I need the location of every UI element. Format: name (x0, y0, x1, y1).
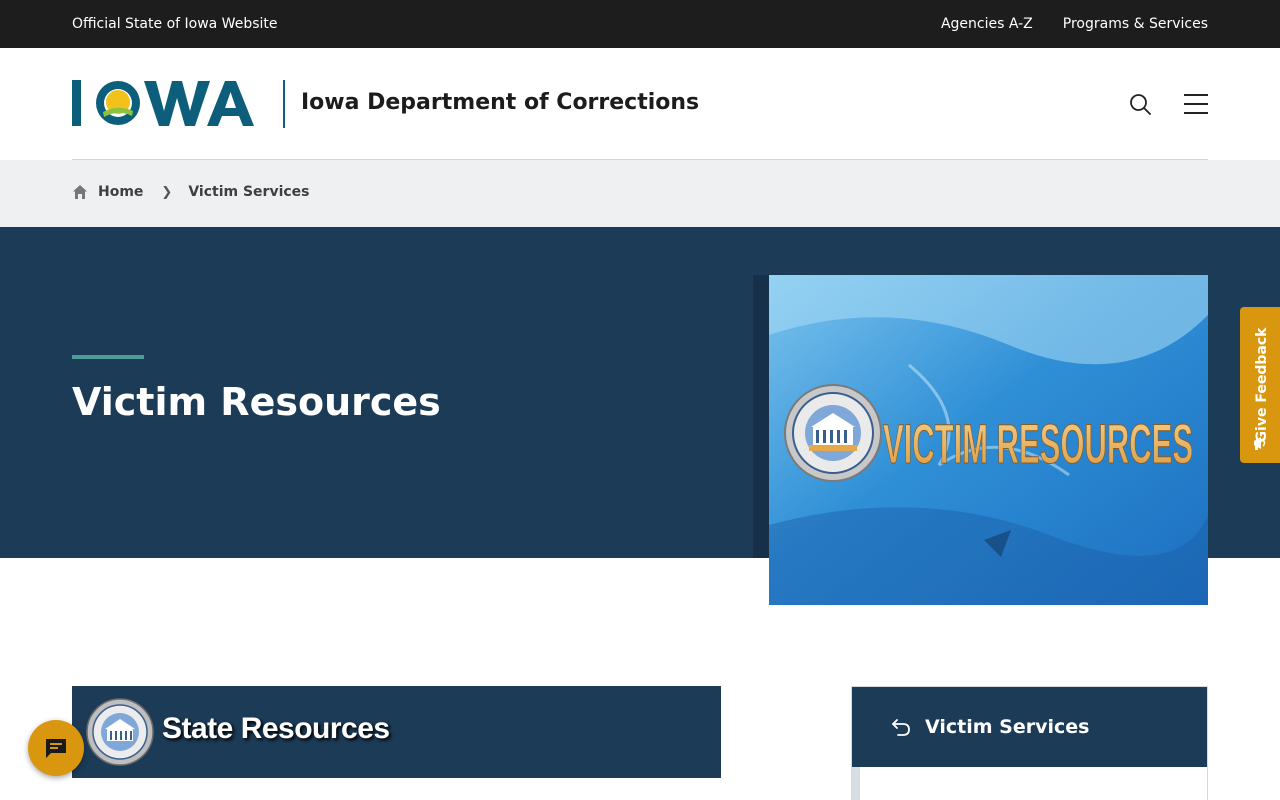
state-resources-heading: State Resources (162, 712, 390, 745)
side-nav-rail (852, 767, 860, 800)
official-site-label: Official State of Iowa Website (72, 16, 278, 32)
title-accent-bar (72, 355, 144, 359)
agency-name[interactable]: Iowa Department of Corrections (301, 90, 699, 115)
hero-image-art: VICTIM RESOURCES (769, 275, 1208, 605)
agencies-az-link[interactable]: Agencies A-Z (941, 16, 1033, 32)
logo-w-shape (144, 81, 210, 126)
home-icon[interactable] (72, 184, 88, 200)
programs-services-link[interactable]: Programs & Services (1063, 16, 1208, 32)
hero-image-headline: VICTIM RESOURCES (883, 412, 1193, 475)
iowa-logo[interactable] (72, 78, 268, 128)
logo-divider (283, 80, 285, 128)
breadcrumb-current[interactable]: Victim Services (188, 184, 309, 200)
breadcrumb-home-link[interactable]: Home (98, 184, 143, 200)
breadcrumb-bar: Home ❯ Victim Services (0, 160, 1280, 227)
side-nav-header[interactable]: Victim Services (852, 687, 1207, 767)
site-header: Iowa Department of Corrections (0, 48, 1280, 160)
seal-icon (784, 384, 882, 482)
seal-icon (86, 698, 154, 766)
chat-button[interactable] (28, 720, 84, 776)
breadcrumb: Home ❯ Victim Services (72, 184, 310, 200)
chevron-right-icon: ❯ (161, 184, 173, 200)
chat-icon (46, 739, 66, 758)
hero-image: VICTIM RESOURCES (769, 275, 1208, 605)
menu-icon[interactable] (1184, 92, 1208, 116)
page-title: Victim Resources (72, 380, 441, 424)
state-resources-banner: State Resources (72, 686, 721, 778)
utility-bar: Official State of Iowa Website Agencies … (0, 0, 1280, 48)
side-nav-title: Victim Services (925, 716, 1090, 738)
back-arrow-icon (892, 719, 910, 736)
section-side-nav: Victim Services (851, 686, 1208, 800)
utility-links: Agencies A-Z Programs & Services (941, 16, 1208, 32)
give-feedback-tab[interactable]: Give Feedback (1240, 307, 1280, 463)
search-icon[interactable] (1128, 92, 1152, 116)
megaphone-icon (1254, 437, 1266, 450)
logo-a-shape (207, 81, 254, 126)
